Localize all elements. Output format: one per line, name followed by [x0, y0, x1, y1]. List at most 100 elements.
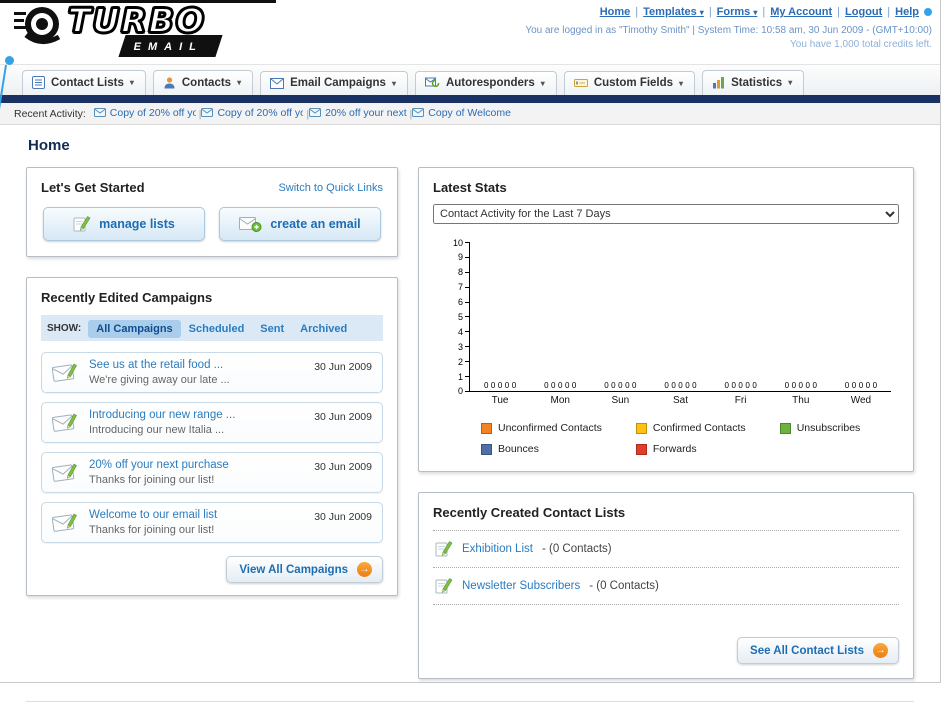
logo-subtitle: EMAIL — [133, 41, 203, 53]
bar-value-label: 0 — [812, 381, 817, 390]
recent-activity-item[interactable]: Copy of 20% off yo — [201, 107, 303, 119]
chevron-down-icon: ▾ — [237, 78, 242, 87]
tab-custom-fields[interactable]: Custom Fields ▾ — [563, 71, 696, 95]
campaigns-filter-tab-scheduled[interactable]: Scheduled — [181, 320, 253, 338]
recent-contact-lists-panel: Recently Created Contact Lists Exhibitio… — [418, 492, 914, 679]
bar-value-label: 0 — [745, 381, 750, 390]
campaign-subtitle: Introducing our new Italia ... — [89, 424, 225, 436]
see-all-contact-lists-label: See All Contact Lists — [750, 644, 864, 657]
bar-value-label: 0 — [557, 381, 563, 390]
x-axis-label: Sat — [672, 395, 688, 406]
top-nav-link-forms[interactable]: Forms ▾ — [717, 6, 758, 18]
bar-value-label: 0 — [483, 381, 489, 390]
see-all-contact-lists-button[interactable]: See All Contact Lists → — [737, 637, 899, 664]
recent-activity-item[interactable]: Copy of 20% off yo — [93, 107, 196, 119]
x-axis-label: Sun — [611, 395, 630, 406]
header-right: Home | Templates ▾ | Forms ▾ | My Account | Logo… — [525, 6, 932, 50]
blue-dot-decoration — [924, 8, 932, 17]
contact-list-item[interactable]: Exhibition List - (0 Contacts) — [433, 530, 899, 568]
recent-activity-items: Copy of 20% off yo | Copy of 20% off yo |… — [93, 107, 514, 120]
campaign-title-link[interactable]: See us at the retail food ... — [89, 359, 304, 371]
view-all-campaigns-button[interactable]: View All Campaigns → — [226, 556, 383, 583]
legend-item-bounces: Bounces — [481, 443, 602, 455]
main-nav-tabs: Contact Lists ▾ Contacts ▾ Email Campaigns ▾ A… — [0, 64, 940, 95]
bar-value-label: 0 — [618, 381, 623, 390]
campaigns-filter-tab-sent[interactable]: Sent — [252, 320, 292, 338]
stats-period-select[interactable]: Contact Activity for the Last 7 Days — [433, 204, 899, 224]
envelope-pencil-icon — [51, 511, 79, 534]
bar-group: 00000 — [711, 382, 771, 391]
tab-contacts[interactable]: Contacts ▾ — [152, 70, 254, 95]
main-content: Home Let's Get Started Switch to Quick L… — [0, 125, 940, 721]
top-nav-link-my-account[interactable]: My Account — [770, 6, 832, 18]
contact-list-link[interactable]: Exhibition List — [462, 543, 533, 555]
latest-stats-panel: Latest Stats Contact Activity for the La… — [418, 167, 914, 472]
logo-subtitle-bar: EMAIL — [118, 35, 223, 57]
campaign-title-link[interactable]: Welcome to our email list — [89, 509, 304, 521]
top-nav-link-home[interactable]: Home — [600, 6, 631, 18]
contact-list-link[interactable]: Newsletter Subscribers — [462, 580, 580, 592]
bar-value-label: 0 — [632, 381, 637, 390]
tab-contact-lists[interactable]: Contact Lists ▾ — [22, 70, 146, 95]
y-axis-tick: 2 — [458, 357, 469, 366]
bar-group: 00000 — [590, 382, 650, 391]
legend-item-confirmed-contacts: Confirmed Contacts — [635, 422, 746, 434]
top-nav-link-help[interactable]: Help — [895, 6, 919, 18]
top-nav-link-templates[interactable]: Templates ▾ — [643, 6, 704, 18]
create-an-email-button[interactable]: create an email — [219, 207, 381, 241]
chevron-down-icon: ▾ — [753, 8, 758, 17]
bar-value-label: 0 — [511, 381, 517, 390]
top-nav-link-logout[interactable]: Logout — [845, 6, 882, 18]
envelope-icon — [309, 108, 322, 118]
chevron-down-icon: ▾ — [391, 78, 396, 88]
get-started-buttons: manage lists create an email — [41, 206, 383, 244]
envelope-icon — [201, 108, 214, 118]
contact-lists-icon — [32, 76, 45, 89]
chevron-down-icon: ▾ — [788, 78, 793, 87]
chevron-down-icon: ▾ — [540, 78, 545, 88]
campaigns-filter-bar: SHOW: All Campaigns Scheduled Sent Archived — [41, 315, 383, 341]
get-started-panel: Let's Get Started Switch to Quick Links … — [26, 167, 398, 257]
recent-activity-item[interactable]: Copy of Welcome to — [412, 107, 514, 119]
custom-fields-icon — [573, 77, 588, 89]
logo-swirl-icon — [14, 4, 64, 51]
campaign-date: 30 Jun 2009 — [314, 411, 372, 423]
bar-value-label: 0 — [664, 381, 669, 390]
bar-value-label: 0 — [872, 381, 878, 390]
campaign-list-item[interactable]: 20% off your next purchase Thanks for joi… — [41, 452, 383, 493]
campaign-list-item[interactable]: Welcome to our email list Thanks for join… — [41, 502, 383, 543]
campaign-list-item[interactable]: See us at the retail food ... We're givin… — [41, 352, 383, 393]
tab-statistics[interactable]: Statistics ▾ — [702, 70, 805, 95]
envelope-pencil-icon — [51, 411, 79, 434]
recent-activity-item[interactable]: 20% off your next — [309, 107, 407, 119]
tab-autoresponders[interactable]: Autoresponders ▾ — [414, 71, 557, 95]
top-nav: Home | Templates ▾ | Forms ▾ | My Account | Logo… — [525, 6, 932, 18]
manage-lists-button[interactable]: manage lists — [43, 207, 205, 241]
campaign-subtitle: We're giving away our late ... — [89, 374, 230, 386]
y-axis-tick: 6 — [458, 298, 469, 307]
email-campaigns-icon — [270, 77, 285, 89]
pencil-icon — [73, 215, 91, 233]
contacts-icon — [163, 76, 176, 89]
campaigns-filter-tab-archived[interactable]: Archived — [292, 320, 355, 338]
contact-list-item[interactable]: Newsletter Subscribers - (0 Contacts) — [433, 568, 899, 605]
y-axis-tick: 9 — [458, 253, 469, 262]
bar-group: 00000 — [831, 382, 891, 391]
campaign-title-link[interactable]: 20% off your next purchase — [89, 459, 304, 471]
legend-swatch — [481, 443, 492, 455]
bar-value-label: 0 — [611, 381, 616, 390]
arrow-right-icon: → — [873, 643, 888, 658]
campaign-title-link[interactable]: Introducing our new range ... — [89, 409, 304, 421]
y-axis-tick: 0 — [458, 387, 469, 396]
switch-quick-links-link[interactable]: Switch to Quick Links — [278, 182, 383, 194]
tab-email-campaigns[interactable]: Email Campaigns ▾ — [260, 71, 408, 95]
bar-value-label: 0 — [865, 381, 871, 390]
campaign-subtitle: Thanks for joining our list! — [89, 524, 215, 536]
y-axis-tick: 7 — [458, 283, 469, 292]
campaigns-filter-tab-all-campaigns[interactable]: All Campaigns — [88, 320, 181, 338]
autoresponders-icon — [424, 77, 440, 89]
bar-value-label: 0 — [544, 381, 549, 390]
campaign-list-item[interactable]: Introducing our new range ... Introducing… — [41, 402, 383, 443]
page-title: Home — [28, 137, 70, 154]
y-axis-tick: 1 — [458, 372, 469, 381]
